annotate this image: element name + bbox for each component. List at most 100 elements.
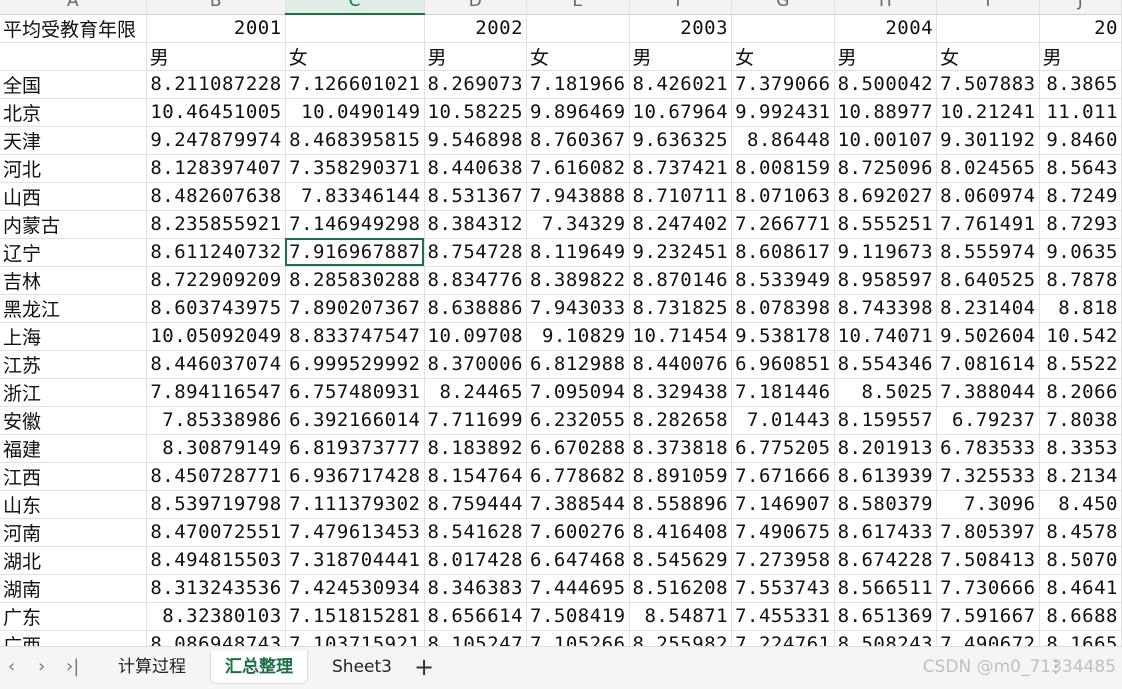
cell[interactable]: 6.960851	[731, 350, 835, 379]
sheet-tab[interactable]: Sheet3	[318, 651, 406, 683]
cell[interactable]: 8.494815503	[146, 546, 286, 575]
cell[interactable]: 8.674228	[834, 546, 938, 575]
cell[interactable]: 10.71454	[629, 322, 733, 351]
cell[interactable]: 8.470072551	[146, 518, 286, 547]
cell[interactable]: 7.318704441	[285, 546, 425, 575]
cell[interactable]: 8.384312	[424, 210, 528, 239]
cell[interactable]: 7.8038	[1039, 406, 1122, 435]
cell[interactable]: 8.313243536	[146, 574, 286, 603]
cell[interactable]: 女	[526, 42, 630, 71]
row-label-cell[interactable]: 湖南	[0, 574, 147, 603]
cell[interactable]: 8.482607638	[146, 182, 286, 211]
sheet-tab[interactable]: 汇总整理	[210, 651, 308, 684]
cell[interactable]: 10.21241	[936, 98, 1040, 127]
cell[interactable]: 7.508419	[526, 602, 630, 631]
cell[interactable]: 8.5522	[1039, 350, 1122, 379]
row-label-cell[interactable]: 平均受教育年限	[0, 14, 147, 43]
cell[interactable]: 7.151815281	[285, 602, 425, 631]
cell[interactable]: 7.3096	[936, 490, 1040, 519]
cell[interactable]: 男	[629, 42, 733, 71]
cell[interactable]: 6.775205	[731, 434, 835, 463]
cell[interactable]: 6.647468	[526, 546, 630, 575]
cell[interactable]: 2002	[424, 14, 528, 43]
cell[interactable]: 8.545629	[629, 546, 733, 575]
add-sheet-button[interactable]: +	[414, 653, 434, 681]
column-header-c[interactable]: C	[285, 0, 425, 15]
cell[interactable]: 8.818	[1039, 294, 1122, 323]
last-sheet-icon[interactable]: ›|	[66, 656, 79, 677]
cell[interactable]: 7.894116547	[146, 378, 286, 407]
cell[interactable]: 8.426021	[629, 70, 733, 99]
cell[interactable]: 8.7878	[1039, 266, 1122, 295]
cell[interactable]: 7.146949298	[285, 210, 425, 239]
cell[interactable]: 10.09708	[424, 322, 528, 351]
cell[interactable]: 7.490672	[936, 630, 1040, 646]
cell[interactable]: 8.231404	[936, 294, 1040, 323]
cell[interactable]: 8.834776	[424, 266, 528, 295]
cell[interactable]: 7.325533	[936, 462, 1040, 491]
cell[interactable]: 6.778682	[526, 462, 630, 491]
cell[interactable]: 10.46451005	[146, 98, 286, 127]
cell[interactable]: 8.329438	[629, 378, 733, 407]
column-header-g[interactable]: G	[731, 0, 835, 15]
row-label-cell[interactable]	[0, 42, 147, 71]
cell[interactable]: 6.999529992	[285, 350, 425, 379]
cell[interactable]: 8.450	[1039, 490, 1122, 519]
row-label-cell[interactable]: 辽宁	[0, 238, 147, 267]
cell[interactable]: 8.078398	[731, 294, 835, 323]
cell[interactable]: 7.943033	[526, 294, 630, 323]
cell[interactable]: 8.450728771	[146, 462, 286, 491]
cell[interactable]: 8.500042	[834, 70, 938, 99]
cell[interactable]: 7.507883	[936, 70, 1040, 99]
cell[interactable]: 8.024565	[936, 154, 1040, 183]
column-header-i[interactable]: I	[936, 0, 1040, 15]
cell[interactable]: 8.4578	[1039, 518, 1122, 547]
column-header-b[interactable]: B	[146, 0, 286, 15]
row-label-cell[interactable]: 湖北	[0, 546, 147, 575]
cell[interactable]: 10.542	[1039, 322, 1122, 351]
cell[interactable]: 9.232451	[629, 238, 733, 267]
cell[interactable]: 6.79237	[936, 406, 1040, 435]
cell[interactable]: 7.553743	[731, 574, 835, 603]
row-label-cell[interactable]: 全国	[0, 70, 147, 99]
row-label-cell[interactable]: 江西	[0, 462, 147, 491]
cell[interactable]: 8.7293	[1039, 210, 1122, 239]
cell[interactable]: 8.731825	[629, 294, 733, 323]
cell[interactable]: 男	[424, 42, 528, 71]
cell[interactable]: 男	[1039, 42, 1122, 71]
cell[interactable]: 7.444695	[526, 574, 630, 603]
cell[interactable]: 7.388044	[936, 378, 1040, 407]
cell[interactable]: 8.891059	[629, 462, 733, 491]
cell[interactable]: 8.710711	[629, 182, 733, 211]
cell[interactable]: 7.490675	[731, 518, 835, 547]
cell[interactable]: 8.7249	[1039, 182, 1122, 211]
row-label-cell[interactable]: 山西	[0, 182, 147, 211]
cell[interactable]: 11.011	[1039, 98, 1122, 127]
row-label-cell[interactable]: 北京	[0, 98, 147, 127]
cell[interactable]: 6.783533	[936, 434, 1040, 463]
cell[interactable]: 8.4641	[1039, 574, 1122, 603]
cell[interactable]	[285, 14, 425, 43]
cell[interactable]: 8.833747547	[285, 322, 425, 351]
cell[interactable]: 8.6688	[1039, 602, 1122, 631]
cell[interactable]: 7.095094	[526, 378, 630, 407]
cell[interactable]: 8.692027	[834, 182, 938, 211]
cell[interactable]: 8.539719798	[146, 490, 286, 519]
cell[interactable]: 20	[1039, 14, 1122, 43]
cell[interactable]: 7.600276	[526, 518, 630, 547]
cell[interactable]: 9.502604	[936, 322, 1040, 351]
cell[interactable]: 8.870146	[629, 266, 733, 295]
row-label-cell[interactable]: 浙江	[0, 378, 147, 407]
cell[interactable]: 8.017428	[424, 546, 528, 575]
cell[interactable]: 7.83346144	[285, 182, 425, 211]
cell[interactable]: 8.008159	[731, 154, 835, 183]
cell[interactable]: 8.86448	[731, 126, 835, 155]
column-header-e[interactable]: E	[526, 0, 630, 15]
cell[interactable]: 8.754728	[424, 238, 528, 267]
cell[interactable]: 6.232055	[526, 406, 630, 435]
cell[interactable]: 7.126601021	[285, 70, 425, 99]
cell[interactable]: 9.301192	[936, 126, 1040, 155]
cell[interactable]: 8.2066	[1039, 378, 1122, 407]
cell[interactable]: 女	[731, 42, 835, 71]
cell[interactable]: 7.224761	[731, 630, 835, 646]
